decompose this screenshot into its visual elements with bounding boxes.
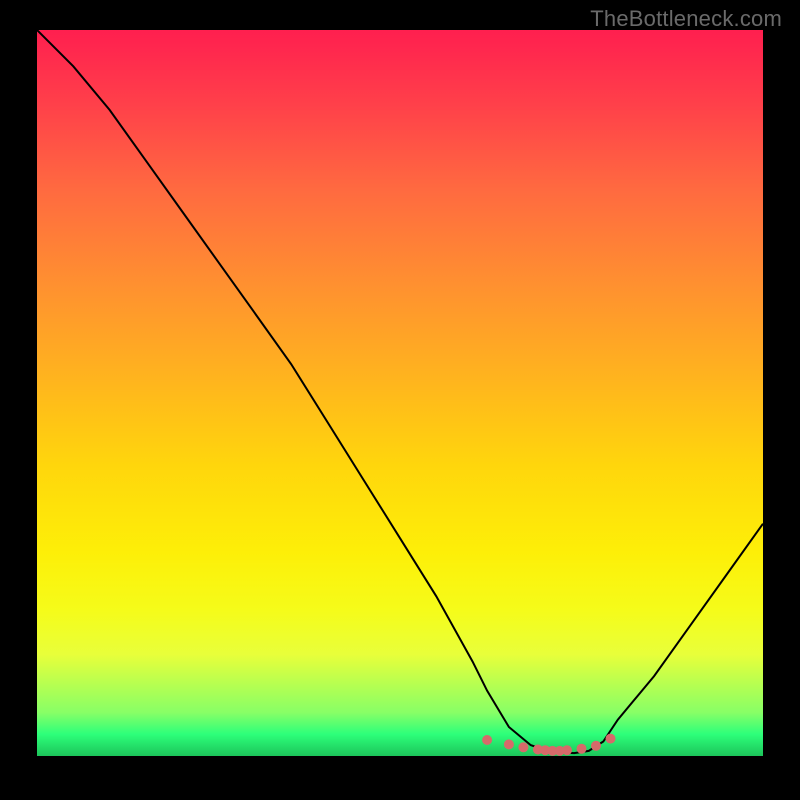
highlight-dot [518,742,528,752]
highlight-dots-group [482,734,615,756]
highlight-dot [591,741,601,751]
chart-plot-area [37,30,763,756]
highlight-dot [606,734,616,744]
highlight-dot [562,745,572,755]
highlight-dot [482,735,492,745]
highlight-dot [504,739,514,749]
watermark-text: TheBottleneck.com [590,6,782,32]
highlight-dot [577,744,587,754]
chart-svg [37,30,763,756]
bottleneck-curve-line [37,30,763,753]
